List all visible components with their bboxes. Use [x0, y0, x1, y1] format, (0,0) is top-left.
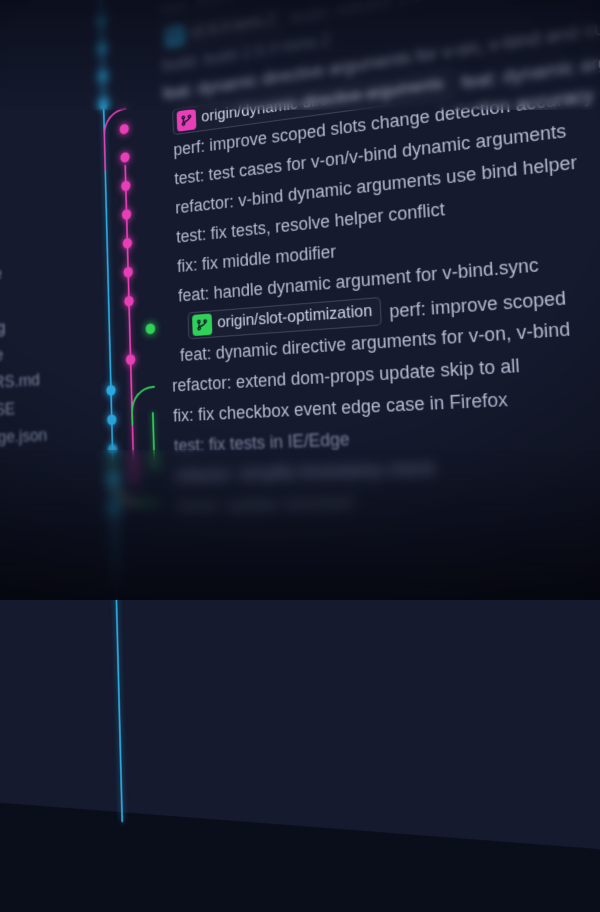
- commit-node[interactable]: [121, 180, 131, 191]
- git-graph-panel: snfignorec.jsonfignoreKERS.mdENSEckage.j…: [0, 0, 600, 877]
- commit-node[interactable]: [122, 208, 132, 219]
- commit-node[interactable]: [108, 443, 118, 454]
- commit-node[interactable]: [97, 42, 106, 53]
- commit-message: refactor: simplify timestamp check: [175, 458, 436, 487]
- commit-node[interactable]: [123, 237, 133, 248]
- branch-icon: [177, 108, 197, 131]
- commit-node[interactable]: [145, 323, 155, 334]
- file-list: snfignorec.jsonfignoreKERS.mdENSEckage.j…: [0, 196, 105, 453]
- commit-node[interactable]: [124, 295, 134, 306]
- commit-message: test: fix tests in IE/Edge: [174, 429, 350, 457]
- commit-node[interactable]: [108, 473, 118, 484]
- commit-node[interactable]: [99, 98, 108, 109]
- commit-node[interactable]: [106, 384, 116, 395]
- tag-icon: [165, 24, 185, 47]
- commit-node[interactable]: [123, 266, 133, 277]
- commit-node[interactable]: [119, 123, 128, 134]
- file-list-item[interactable]: ckage.json: [0, 419, 105, 453]
- commit-node[interactable]: [107, 414, 117, 425]
- commit-node[interactable]: [97, 14, 106, 25]
- branch-icon: [192, 313, 212, 336]
- commit-node[interactable]: [126, 354, 136, 365]
- commit-node[interactable]: [98, 70, 107, 81]
- commit-message: chore: update comment: [176, 493, 354, 518]
- commit-node[interactable]: [120, 151, 130, 162]
- commit-graph: build: fix feature flags for esm buildsf…: [93, 0, 600, 524]
- commit-node[interactable]: [109, 503, 119, 514]
